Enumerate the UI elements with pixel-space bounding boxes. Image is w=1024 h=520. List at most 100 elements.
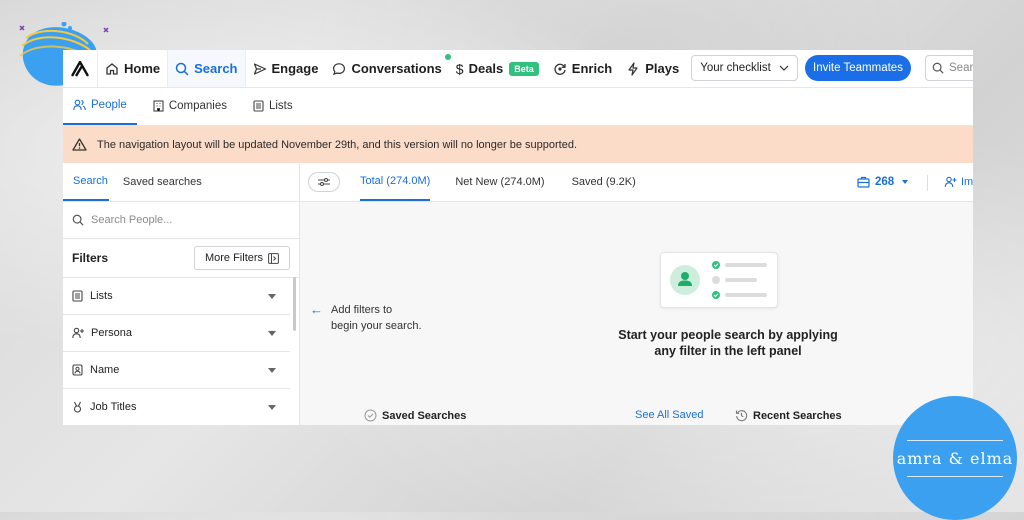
people-icon — [73, 99, 86, 111]
arrow-left-icon: ← — [310, 302, 323, 317]
tab-companies[interactable]: Companies — [143, 87, 237, 125]
caret-down-icon — [902, 180, 909, 184]
tab-people[interactable]: People — [63, 87, 137, 125]
list-icon — [253, 100, 264, 112]
history-icon — [735, 410, 748, 422]
import-button[interactable]: Im — [944, 163, 973, 201]
home-icon — [106, 62, 118, 75]
dollar-icon: $ — [455, 60, 464, 77]
nav-plays-label: Plays — [645, 61, 680, 76]
empty-state-illustration — [660, 252, 778, 308]
tab-search[interactable]: Search — [63, 163, 109, 201]
credits-count: 268 — [875, 176, 895, 188]
brand-watermark: amra & elma — [893, 396, 1017, 520]
nav-search-label: Search — [194, 61, 238, 76]
caret-down-icon — [268, 294, 276, 299]
tab-lists-label: Lists — [268, 100, 293, 112]
invite-teammates-button[interactable]: Invite Teammates — [805, 55, 911, 81]
sliders-icon — [318, 178, 330, 186]
saved-searches-heading: Saved Searches — [364, 409, 466, 422]
chevron-down-icon — [779, 65, 789, 71]
caret-down-icon — [268, 368, 276, 373]
filter-panel-scrollbar[interactable] — [293, 277, 296, 331]
search-people-placeholder: Search People... — [91, 214, 173, 226]
app-window: Home Search Engage Conversations $ Deals… — [63, 50, 973, 425]
see-all-saved-link[interactable]: See All Saved — [635, 409, 704, 421]
person-plus-icon — [944, 176, 957, 188]
nav-search[interactable]: Search — [167, 50, 246, 87]
nav-engage[interactable]: Engage — [246, 50, 326, 87]
warning-icon — [72, 138, 87, 151]
tab-people-label: People — [91, 99, 127, 111]
checklist-label: Your checklist — [700, 62, 771, 74]
tab-total[interactable]: Total (274.0M) — [360, 163, 431, 201]
hint-line-1: Add filters to — [331, 304, 393, 316]
nav-enrich[interactable]: Enrich — [546, 50, 619, 87]
deprecation-banner: The navigation layout will be updated No… — [63, 126, 973, 163]
caret-down-icon — [268, 331, 276, 336]
global-search-placeholder: Searc — [949, 62, 973, 74]
id-badge-icon — [72, 364, 83, 376]
briefcase-icon — [857, 176, 870, 188]
empty-state-line-2: any filter in the left panel — [654, 344, 802, 358]
search-icon — [175, 62, 189, 76]
filters-header: Filters More Filters — [63, 239, 299, 278]
search-icon — [932, 62, 944, 74]
brand-divider-bottom — [907, 476, 1003, 477]
caret-down-icon — [268, 405, 276, 410]
search-icon — [72, 214, 84, 226]
filter-job-titles[interactable]: Job Titles — [63, 389, 290, 425]
add-filters-hint: ← Add filters to begin your search. — [310, 302, 422, 334]
more-filters-button[interactable]: More Filters — [194, 246, 290, 270]
tab-lists[interactable]: Lists — [243, 87, 303, 125]
nav-plays[interactable]: Plays — [619, 50, 686, 87]
filter-job-titles-label: Job Titles — [90, 401, 137, 413]
saved-searches-label: Saved Searches — [382, 409, 467, 422]
filter-name-label: Name — [90, 364, 120, 376]
chat-bubble-icon — [333, 62, 346, 75]
logo-icon — [71, 60, 89, 77]
view-settings-button[interactable] — [308, 172, 340, 192]
global-search-input[interactable]: Searc — [925, 55, 973, 81]
brand-divider-top — [907, 440, 1003, 441]
send-icon — [253, 62, 266, 75]
person-plus-icon — [72, 327, 84, 339]
panel-toggle-icon — [268, 252, 279, 264]
filters-title: Filters — [72, 251, 109, 265]
nav-conversations[interactable]: Conversations — [325, 50, 451, 87]
hint-line-2: begin your search. — [331, 320, 422, 332]
filter-name[interactable]: Name — [63, 352, 290, 389]
nav-deals-label: Deals — [468, 61, 504, 76]
filter-persona-label: Persona — [91, 327, 132, 339]
tab-net-new[interactable]: Net New (274.0M) — [455, 163, 544, 201]
recent-searches-heading: Recent Searches — [735, 409, 842, 422]
nav-home-label: Home — [124, 61, 161, 76]
import-label: Im — [961, 176, 973, 188]
more-filters-label: More Filters — [204, 252, 264, 264]
nav-engage-label: Engage — [271, 61, 319, 76]
building-icon — [153, 100, 164, 112]
sub-navigation: People Companies Lists — [63, 87, 973, 126]
brand-text: amra & elma — [896, 448, 1014, 468]
credits-dropdown[interactable]: 268 — [857, 163, 909, 201]
search-people-input[interactable]: Search People... — [63, 202, 299, 239]
lightning-icon — [628, 61, 638, 76]
list-icon — [72, 290, 83, 302]
nav-deals[interactable]: $ Deals Beta — [449, 50, 546, 87]
top-navigation: Home Search Engage Conversations $ Deals… — [63, 50, 973, 88]
checklist-dropdown[interactable]: Your checklist — [691, 55, 798, 81]
filter-persona[interactable]: Persona — [63, 315, 290, 352]
empty-state-graphic — [670, 261, 767, 299]
banner-text: The navigation layout will be updated No… — [97, 138, 578, 151]
filter-panel: Search Saved searches Search People... F… — [63, 163, 300, 425]
tab-saved[interactable]: Saved (9.2K) — [572, 163, 636, 201]
tab-saved-searches[interactable]: Saved searches — [109, 163, 202, 201]
logo[interactable] — [63, 50, 98, 87]
filter-lists[interactable]: Lists — [63, 278, 290, 315]
filter-panel-tabs: Search Saved searches — [63, 163, 299, 202]
divider — [927, 175, 928, 191]
empty-state-message: Start your people search by applying any… — [568, 327, 888, 359]
nav-enrich-label: Enrich — [571, 61, 613, 76]
nav-home[interactable]: Home — [98, 50, 167, 87]
beta-badge: Beta — [509, 61, 539, 76]
